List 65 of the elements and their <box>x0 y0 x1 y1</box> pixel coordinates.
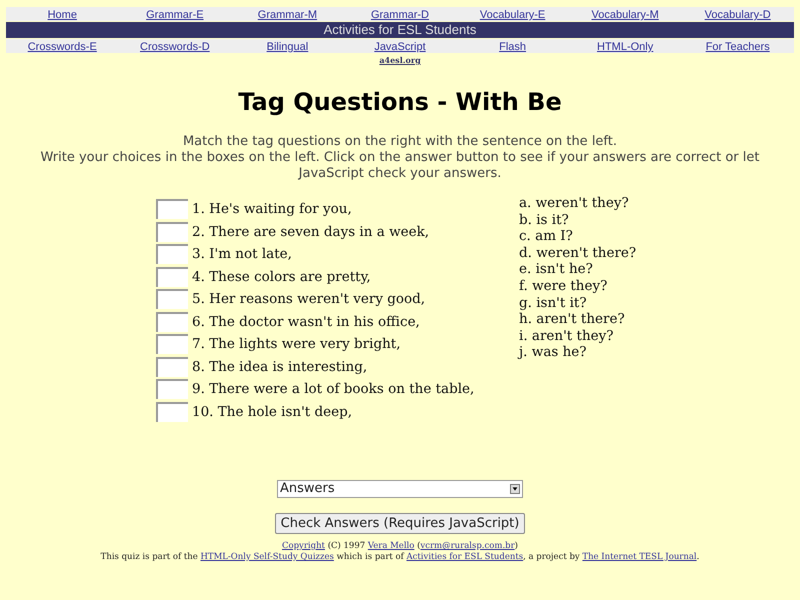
nav-link[interactable]: Grammar-E <box>146 9 204 21</box>
tag-option-text: j. was he? <box>519 344 588 361</box>
nav-link[interactable]: Grammar-D <box>370 9 430 21</box>
tag-option-text: d. weren't there? <box>519 244 636 262</box>
tag-option-text: e. isn't he? <box>519 261 594 278</box>
answer-box[interactable] <box>156 244 188 264</box>
instruction-text: Write your choices in the boxes on the left. Click on the answer button to see if your answers are correct or let JavaScript check your answers. <box>40 150 760 182</box>
question-text: 6. The doctor wasn't in his office, <box>192 312 420 332</box>
question-text: 2. There are seven days in a week, <box>192 222 430 242</box>
footer-text: ( <box>417 541 420 551</box>
question-text: 9. There were a lot of books on the table, <box>192 380 474 400</box>
answer-box[interactable] <box>156 334 188 354</box>
nav-link[interactable]: Crosswords-E <box>28 41 97 53</box>
footer-text: . <box>696 552 700 562</box>
nav-link[interactable]: Grammar-M <box>258 9 318 21</box>
tag-option-text: c. am I? <box>519 228 574 245</box>
answer-box[interactable] <box>156 402 188 422</box>
footer-link[interactable]: vcrm@ruralsp.com.br <box>420 541 515 551</box>
footer-text: This quiz is part of the <box>100 552 198 562</box>
footer-text: which is part of <box>336 552 404 562</box>
answer-box[interactable] <box>156 222 188 242</box>
answer-box[interactable] <box>156 379 188 400</box>
tag-option-text: h. aren't there? <box>519 311 626 328</box>
footer-link[interactable]: Activities for ESL Students <box>406 552 524 562</box>
nav-link[interactable]: Vocabulary-E <box>480 9 546 21</box>
page-title: Tag Questions - With Be <box>237 87 563 118</box>
question-text: 3. I'm not late, <box>192 245 292 264</box>
nav-link[interactable]: For Teachers <box>706 41 770 53</box>
footer-text: ) <box>514 541 518 551</box>
tag-option-text: b. is it? <box>519 212 570 228</box>
answers-dropdown[interactable]: Answers <box>277 480 523 498</box>
check-answers-button[interactable]: Check Answers (Requires JavaScript) <box>275 513 525 534</box>
answer-box[interactable] <box>156 266 188 287</box>
tag-option-text: f. were they? <box>519 278 608 295</box>
question-text: 10. The hole isn't deep, <box>192 402 352 422</box>
footer-link[interactable]: Vera Mello <box>368 541 414 551</box>
footer-text: (C) 1997 <box>328 541 366 551</box>
nav-link[interactable]: Bilingual <box>266 41 308 53</box>
site-link[interactable]: a4esl.org <box>379 55 421 65</box>
answer-box[interactable] <box>156 356 188 377</box>
site-banner: Activities for ESL Students <box>6 22 794 38</box>
footer-link[interactable]: The Internet TESL Journal <box>582 552 697 562</box>
question-text: 8. The idea is interesting, <box>192 358 368 377</box>
question-text: 1. He's waiting for you, <box>192 200 352 220</box>
answer-box[interactable] <box>156 312 188 332</box>
footer-link[interactable]: Copyright <box>282 541 325 551</box>
question-text: 5. Her reasons weren't very good, <box>192 290 426 310</box>
footer-text: , a project by <box>523 552 580 562</box>
tag-option-text: g. isn't it? <box>519 294 588 312</box>
nav-link[interactable]: Vocabulary-M <box>592 9 659 21</box>
answer-box[interactable] <box>156 289 188 310</box>
nav-link[interactable]: Home <box>48 9 77 21</box>
tag-option-text: i. aren't they? <box>519 328 614 344</box>
question-text: 7. The lights were very bright, <box>192 335 400 354</box>
nav-link[interactable]: JavaScript <box>374 41 426 53</box>
nav-link[interactable]: Flash <box>499 41 526 53</box>
question-text: 4. These colors are pretty, <box>192 268 371 287</box>
nav-link[interactable]: Crosswords-D <box>140 41 210 53</box>
nav-link[interactable]: Vocabulary-D <box>704 9 771 21</box>
nav-link[interactable]: HTML-Only <box>597 41 654 53</box>
answer-box[interactable] <box>156 199 188 220</box>
dropdown-arrow-icon <box>510 484 520 494</box>
tag-option-text: a. weren't they? <box>519 195 630 212</box>
footer-link[interactable]: HTML-Only Self-Study Quizzes <box>200 552 334 562</box>
instruction-text: Match the tag questions on the right with the sentence on the left. <box>182 134 618 150</box>
